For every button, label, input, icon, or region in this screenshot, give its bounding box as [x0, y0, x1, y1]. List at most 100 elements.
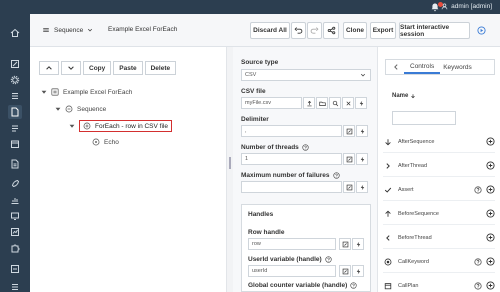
help-icon[interactable] — [350, 282, 357, 289]
csv-file-input[interactable]: myFile.csv — [241, 97, 302, 109]
select-value: CSV — [245, 72, 257, 78]
palette-item-callplan[interactable]: CallPlan — [383, 275, 495, 292]
menu-icon — [43, 28, 49, 32]
add-icon[interactable] — [486, 161, 495, 170]
rocket-nav[interactable] — [8, 177, 22, 191]
palette-item-callkeyword[interactable]: CallKeyword — [383, 251, 495, 273]
search-file-button[interactable] — [329, 97, 341, 109]
tree-node-foreach[interactable]: ForEach - row in CSV file — [69, 120, 172, 132]
palette-item-afterthread[interactable]: AfterThread — [383, 155, 495, 177]
admin-nav[interactable] — [8, 262, 22, 276]
list-nav[interactable] — [8, 280, 22, 292]
delimiter-dynamic-button[interactable] — [356, 125, 368, 137]
name-column-header[interactable]: Name — [392, 93, 416, 99]
palette-search-input[interactable] — [392, 111, 456, 125]
palette-item-aftersequence[interactable]: AfterSequence — [383, 131, 495, 153]
upload-button[interactable] — [303, 97, 315, 109]
threads-input[interactable]: 1 — [241, 153, 342, 165]
chevron-down-icon[interactable] — [55, 106, 61, 112]
help-icon[interactable] — [302, 144, 309, 151]
help-icon[interactable] — [474, 185, 482, 194]
tasks-nav[interactable] — [8, 121, 22, 135]
clone-button[interactable]: Clone — [343, 22, 367, 39]
delete-button[interactable]: Delete — [144, 61, 177, 75]
userid-dynamic-button[interactable] — [352, 265, 364, 277]
tree-node-sequence[interactable]: Sequence — [55, 105, 106, 113]
home-nav[interactable] — [8, 26, 22, 40]
export-button[interactable]: Export — [370, 22, 396, 39]
monitor-nav[interactable] — [8, 209, 22, 223]
max-failures-dynamic-button[interactable] — [356, 181, 368, 193]
run-button[interactable] — [473, 22, 489, 39]
paste-button[interactable]: Paste — [113, 61, 143, 75]
palette-item-beforesequence[interactable]: BeforeSequence — [383, 203, 495, 225]
chevron-left-icon[interactable] — [392, 63, 400, 71]
files-nav[interactable] — [8, 157, 22, 171]
input-value: myFile.csv — [245, 100, 271, 106]
help-icon[interactable] — [332, 172, 340, 179]
tree-node-label: Echo — [104, 138, 119, 146]
label-text: CSV file — [241, 88, 266, 95]
help-icon[interactable] — [474, 281, 482, 290]
max-failures-input[interactable] — [241, 181, 342, 193]
gear-icon — [10, 75, 20, 85]
add-icon[interactable] — [486, 209, 495, 218]
chevron-down-icon[interactable] — [41, 89, 47, 95]
palette-item-assert[interactable]: Assert — [383, 179, 495, 201]
undo-button[interactable] — [291, 22, 306, 39]
userid-edit-button[interactable] — [339, 265, 351, 277]
chevron-down-icon[interactable] — [69, 123, 75, 129]
document-nav[interactable] — [8, 105, 22, 119]
palette-item-beforethread[interactable]: BeforeThread — [383, 227, 495, 249]
help-icon[interactable] — [474, 257, 482, 266]
settings-nav[interactable] — [8, 73, 22, 87]
tree-node-echo[interactable]: Echo — [92, 138, 119, 146]
plan-type-select[interactable]: Sequence — [42, 26, 93, 34]
selected-node-highlight[interactable]: ForEach - row in CSV file — [79, 120, 172, 132]
start-interactive-session-button[interactable]: Start interactive session — [399, 22, 470, 39]
arrow-down-icon — [383, 137, 392, 146]
row-handle-input[interactable]: row — [248, 238, 336, 250]
folder-button[interactable] — [316, 97, 328, 109]
threads-dynamic-button[interactable] — [356, 153, 368, 165]
add-icon[interactable] — [486, 257, 495, 266]
move-down-button[interactable] — [61, 61, 81, 75]
dynamic-toggle-button[interactable] — [355, 97, 367, 109]
add-icon[interactable] — [486, 233, 495, 242]
share-button[interactable] — [323, 22, 339, 39]
paste-label: Paste — [119, 64, 137, 72]
add-icon[interactable] — [486, 185, 495, 194]
delimiter-edit-button[interactable] — [343, 125, 355, 137]
chart-nav[interactable] — [8, 193, 22, 207]
add-icon[interactable] — [486, 281, 495, 290]
clear-file-button[interactable] — [342, 97, 354, 109]
redo-button[interactable] — [307, 22, 322, 39]
source-type-select[interactable]: CSV — [241, 69, 371, 81]
lightning-icon — [356, 241, 360, 247]
splitter-grip[interactable] — [229, 157, 231, 169]
add-icon[interactable] — [486, 137, 495, 146]
tree-node-label: ForEach - row in CSV file — [95, 122, 168, 130]
lightning-icon — [359, 100, 363, 106]
edit-nav[interactable] — [8, 57, 22, 71]
discard-all-button[interactable]: Discard All — [250, 22, 290, 39]
max-failures-edit-button[interactable] — [343, 181, 355, 193]
plans-nav[interactable] — [8, 89, 22, 103]
input-value: , — [245, 128, 247, 134]
userid-input[interactable]: userId — [248, 265, 336, 277]
delimiter-input[interactable]: , — [241, 125, 342, 137]
user-menu[interactable]: admin [admin] — [441, 3, 492, 10]
help-icon[interactable] — [325, 256, 332, 263]
plugin-nav[interactable] — [8, 241, 22, 255]
analytics-nav[interactable] — [8, 225, 22, 239]
move-up-button[interactable] — [39, 61, 59, 75]
threads-edit-button[interactable] — [343, 153, 355, 165]
calendar-nav[interactable] — [8, 137, 22, 151]
chevron-right-icon — [383, 161, 392, 170]
row-handle-dynamic-button[interactable] — [352, 238, 364, 250]
tree-node-root[interactable]: Example Excel ForEach — [41, 88, 132, 96]
copy-button[interactable]: Copy — [83, 61, 112, 75]
tab-controls[interactable]: Controls — [404, 60, 441, 74]
tab-keywords[interactable]: Keywords — [440, 64, 475, 71]
row-handle-edit-button[interactable] — [339, 238, 351, 250]
